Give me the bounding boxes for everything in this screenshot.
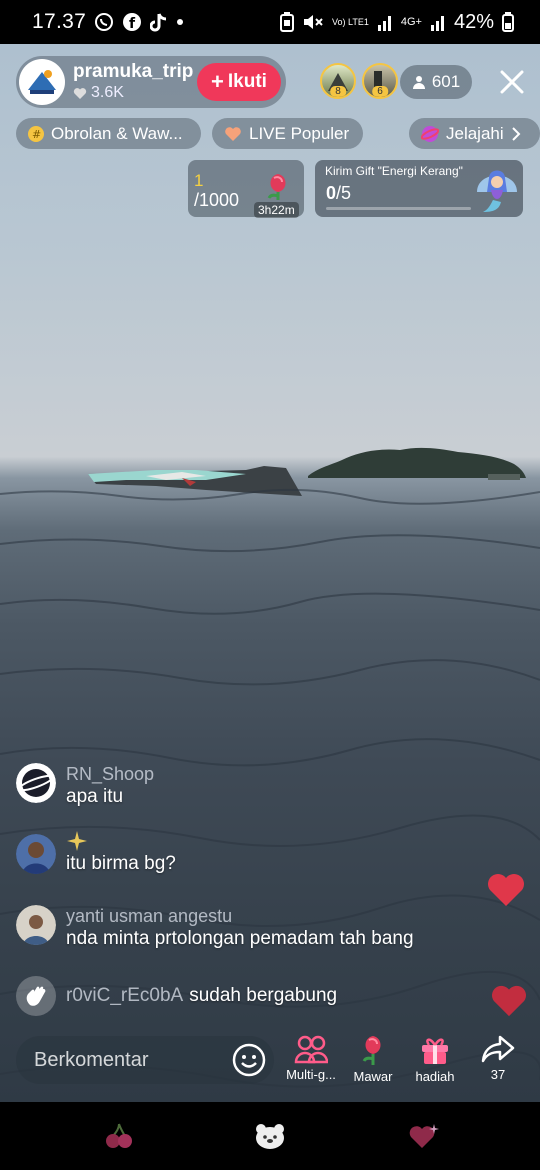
mission-progress-total: /5 [336, 183, 352, 203]
chip-label: LIVE Populer [249, 123, 350, 143]
host-likes: 3.6K [73, 83, 193, 103]
chip-live-populer[interactable]: LIVE Populer [212, 118, 363, 149]
rose-gift-button[interactable]: Mawar [343, 1034, 403, 1084]
follow-label: Ikuti [227, 71, 267, 92]
battery-saver-icon [280, 12, 294, 32]
comment-text: nda minta prtolongan pemadam tah bang [66, 928, 414, 949]
heart-icon [73, 87, 87, 99]
share-icon [481, 1035, 515, 1063]
viewer-avatar[interactable]: 6 [362, 63, 398, 99]
mission-title: Kirim Gift "Energi Kerang" [325, 164, 463, 178]
comment-user[interactable]: RN_Shoop [66, 763, 154, 785]
viewer-avatar[interactable]: 8 [320, 63, 356, 99]
top-viewers[interactable]: 8 6 [320, 63, 398, 99]
network-label: 4G+ [400, 16, 422, 28]
planet-icon [421, 125, 439, 142]
comment-avatar[interactable] [16, 834, 56, 874]
likes-count: 3.6K [91, 84, 124, 101]
floating-heart-icon [488, 874, 524, 906]
volte-label: Vo) LTE1 [332, 16, 369, 27]
comment-item[interactable]: yanti usman angestu nda minta prtolongan… [16, 905, 414, 951]
chevron-right-icon [511, 126, 521, 141]
close-button[interactable] [494, 64, 530, 100]
mute-icon [302, 12, 324, 32]
join-text: sudah bergabung [189, 985, 338, 1006]
cherry-icon[interactable] [104, 1122, 134, 1150]
person-icon [412, 76, 425, 89]
multi-guest-button[interactable]: Multi-g... [281, 1034, 341, 1082]
battery-icon [502, 12, 514, 32]
clock: 17.37 [32, 10, 87, 33]
status-bar: 17.37 f Vo) LTE1 4G+ 42% [0, 0, 540, 44]
gift-button[interactable]: hadiah [405, 1034, 465, 1084]
share-button[interactable]: 37 [468, 1034, 528, 1082]
comment-avatar[interactable] [16, 905, 56, 945]
viewer-count-value: 601 [431, 72, 461, 91]
whatsapp-icon [94, 12, 114, 32]
svg-text:#: # [32, 128, 41, 141]
heart-icon [225, 126, 241, 141]
goal-total: /1000 [194, 190, 240, 210]
comment-input[interactable]: Berkomentar [16, 1036, 274, 1084]
comment-text: itu birma bg? [66, 853, 176, 874]
floating-heart-icon [492, 985, 526, 1017]
comment-avatar[interactable] [16, 763, 56, 803]
goal-current: 1 [194, 171, 204, 190]
comment-item[interactable]: RN_Shoop apa itu [16, 763, 154, 809]
hashtag-icon: # [28, 125, 44, 142]
goal-timer: 3h22m [254, 202, 299, 218]
comment-item[interactable]: itu birma bg? [16, 830, 176, 876]
emoji-icon[interactable] [232, 1043, 266, 1077]
viewer-count[interactable]: 601 [400, 65, 472, 99]
gift-goal-card[interactable]: 1 /1000 3h22m [188, 160, 304, 218]
comment-text: apa itu [66, 786, 124, 807]
multi-guest-icon [294, 1035, 328, 1064]
bear-icon[interactable] [254, 1122, 286, 1150]
mission-progress: 0/5 [326, 183, 351, 204]
mermaid-gift-icon [477, 170, 517, 212]
sparkle-badge-icon [67, 831, 87, 851]
facebook-icon: f [122, 12, 142, 32]
chip-jelajahi[interactable]: Jelajahi [409, 118, 540, 149]
join-notice: r0viC_rEc0bA sudah bergabung [16, 976, 337, 1016]
signal-icon [377, 13, 393, 31]
close-icon [500, 70, 524, 94]
rose-icon [362, 1036, 381, 1065]
follow-button[interactable]: + Ikuti [197, 63, 281, 101]
chip-label: Jelajahi [446, 123, 504, 143]
action-label: Mawar [353, 1069, 393, 1084]
comment-placeholder: Berkomentar [34, 1048, 149, 1071]
battery-percent: 42% [453, 10, 494, 33]
action-label: 37 [490, 1067, 506, 1082]
rose-icon [267, 174, 286, 200]
tiktok-icon [150, 12, 168, 32]
mission-progress-current: 0 [326, 183, 337, 203]
svg-text:f: f [129, 16, 136, 32]
viewer-rank-badge: 6 [372, 86, 388, 97]
system-nav-bar [0, 1102, 540, 1170]
chip-label: Obrolan & Waw... [51, 123, 183, 143]
host-name[interactable]: pramuka_trip [73, 61, 193, 83]
action-label: hadiah [415, 1069, 455, 1084]
signal-icon [430, 13, 446, 31]
gift-mission-card[interactable]: Kirim Gift "Energi Kerang" 0/5 [315, 160, 523, 217]
action-label: Multi-g... [286, 1067, 336, 1082]
wave-hand-icon [16, 976, 56, 1016]
chip-chat[interactable]: # Obrolan & Waw... [16, 118, 201, 149]
comment-user[interactable]: yanti usman angestu [66, 905, 414, 927]
join-user[interactable]: r0viC_rEc0bA [66, 985, 183, 1007]
gift-icon [422, 1038, 448, 1064]
plus-icon: + [211, 69, 224, 94]
mission-progress-bar [326, 207, 471, 210]
host-avatar[interactable] [19, 59, 65, 105]
dot-icon [176, 18, 184, 26]
sparkle-heart-icon[interactable] [408, 1122, 440, 1150]
viewer-rank-badge: 8 [330, 86, 346, 97]
